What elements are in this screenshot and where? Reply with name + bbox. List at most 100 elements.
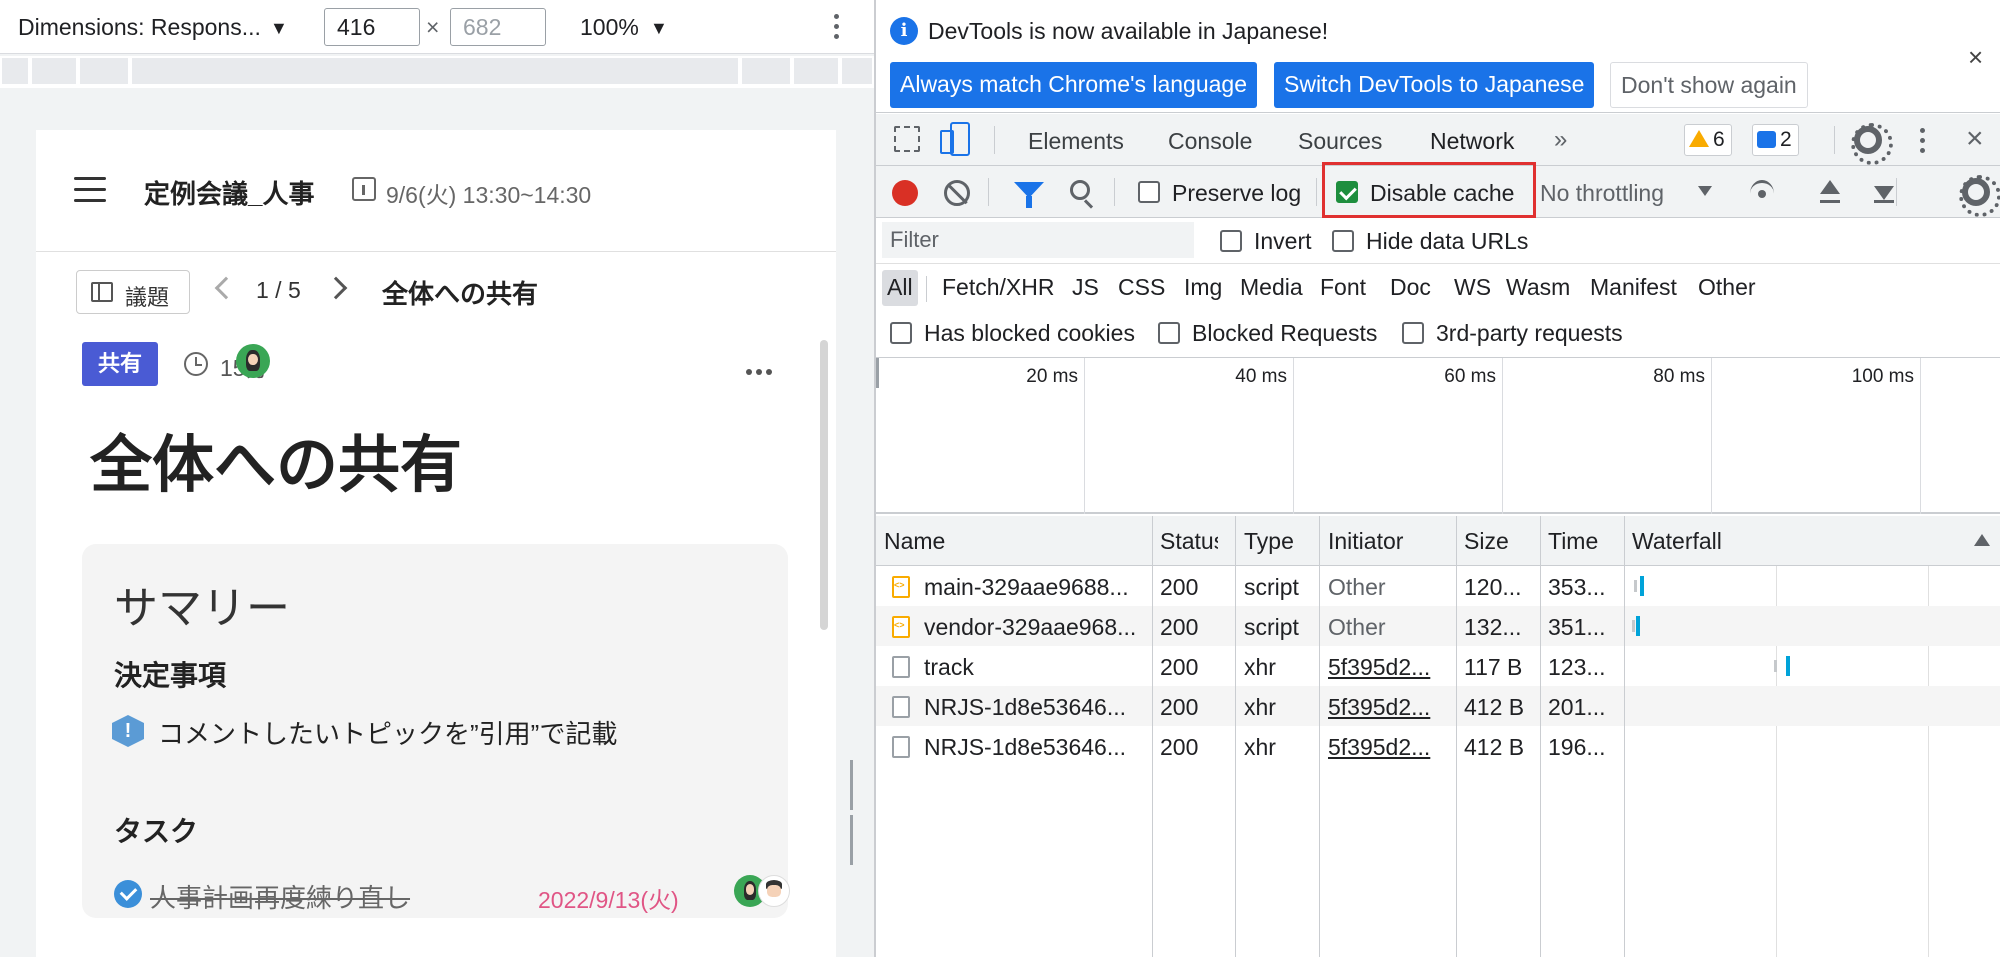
dimensions-caret-icon[interactable]: ▼ bbox=[270, 18, 288, 39]
type-filter-wasm[interactable]: Wasm bbox=[1506, 274, 1570, 301]
height-input[interactable]: 682 bbox=[450, 8, 546, 46]
chevron-right-icon[interactable] bbox=[324, 276, 348, 300]
devtools-tabbar: Elements Console Sources Network » 6 2 × bbox=[876, 114, 2000, 166]
type-filter-fetch-xhr[interactable]: Fetch/XHR bbox=[942, 274, 1054, 301]
dont-show-again-button[interactable]: Don't show again bbox=[1610, 62, 1808, 108]
type-filter-css[interactable]: CSS bbox=[1118, 274, 1165, 301]
zoom-dropdown[interactable]: 100% bbox=[580, 14, 639, 41]
ruler-segment[interactable] bbox=[80, 58, 128, 84]
ruler-segment[interactable] bbox=[794, 58, 838, 84]
tab-sources[interactable]: Sources bbox=[1298, 128, 1382, 155]
infobar-close-icon[interactable]: × bbox=[1968, 42, 1983, 73]
table-row[interactable]: vendor-329aae968... 200 script Other 132… bbox=[876, 606, 2000, 646]
inspect-element-icon[interactable] bbox=[894, 126, 920, 152]
device-toolbar-icon[interactable] bbox=[938, 122, 970, 156]
more-options-icon[interactable] bbox=[746, 362, 776, 380]
table-row[interactable]: main-329aae9688... 200 script Other 120.… bbox=[876, 566, 2000, 606]
network-settings-gear-icon[interactable] bbox=[1959, 175, 2000, 217]
device-more-icon[interactable] bbox=[830, 14, 842, 42]
filter-icon[interactable] bbox=[1014, 182, 1044, 208]
column-divider[interactable] bbox=[1319, 516, 1320, 957]
type-filter-all[interactable]: All bbox=[887, 274, 913, 301]
search-icon[interactable] bbox=[1070, 180, 1090, 200]
table-row[interactable]: NRJS-1d8e53646... 200 xhr 5f395d2... 412… bbox=[876, 726, 2000, 766]
request-initiator-link[interactable]: 5f395d2... bbox=[1328, 654, 1452, 681]
ruler-segment[interactable] bbox=[132, 58, 738, 84]
type-filter-manifest[interactable]: Manifest bbox=[1590, 274, 1677, 301]
column-divider[interactable] bbox=[1456, 516, 1457, 957]
column-header-initiator[interactable]: Initiator bbox=[1328, 528, 1452, 555]
column-header-time[interactable]: Time bbox=[1548, 528, 1622, 555]
type-filter-font[interactable]: Font bbox=[1320, 274, 1366, 301]
request-type: script bbox=[1244, 614, 1299, 640]
ruler-segment[interactable] bbox=[842, 58, 872, 84]
preserve-log-checkbox[interactable] bbox=[1138, 181, 1160, 203]
media-query-ruler[interactable] bbox=[0, 56, 874, 88]
blocked-requests-checkbox[interactable] bbox=[1158, 322, 1180, 344]
network-conditions-icon[interactable] bbox=[1746, 178, 1778, 206]
warnings-badge[interactable]: 6 bbox=[1684, 124, 1732, 156]
hamburger-icon[interactable] bbox=[74, 177, 106, 203]
table-row[interactable]: track 200 xhr 5f395d2... 117 B 123... bbox=[876, 646, 2000, 686]
tab-elements[interactable]: Elements bbox=[1028, 128, 1124, 155]
ruler-segment[interactable] bbox=[32, 58, 76, 84]
column-header-type[interactable]: Type bbox=[1244, 528, 1320, 555]
filter-input[interactable] bbox=[882, 222, 1194, 258]
type-filter-doc[interactable]: Doc bbox=[1390, 274, 1431, 301]
summary-heading: サマリー bbox=[114, 584, 290, 633]
throttling-dropdown[interactable]: No throttling bbox=[1540, 180, 1664, 207]
sort-ascending-icon[interactable] bbox=[1974, 534, 1990, 546]
type-filter-js[interactable]: JS bbox=[1072, 274, 1099, 301]
invert-checkbox[interactable] bbox=[1220, 230, 1242, 252]
messages-badge[interactable]: 2 bbox=[1752, 124, 1799, 156]
settings-gear-icon[interactable] bbox=[1851, 123, 1893, 165]
task-item[interactable]: 人事計画再度練り直し bbox=[150, 878, 410, 915]
type-filter-img[interactable]: Img bbox=[1184, 274, 1222, 301]
match-language-button[interactable]: Always match Chrome's language bbox=[890, 62, 1257, 108]
chevron-left-icon[interactable] bbox=[214, 276, 238, 300]
ruler-segment[interactable] bbox=[2, 58, 28, 84]
record-icon[interactable] bbox=[892, 180, 918, 206]
request-initiator-link[interactable]: 5f395d2... bbox=[1328, 694, 1452, 721]
more-tabs-icon[interactable]: » bbox=[1554, 126, 1568, 154]
request-initiator: Other bbox=[1328, 614, 1386, 640]
column-divider[interactable] bbox=[1152, 516, 1153, 957]
check-circle-icon[interactable] bbox=[114, 880, 142, 908]
tab-network[interactable]: Network bbox=[1430, 128, 1514, 155]
column-divider[interactable] bbox=[1540, 516, 1541, 957]
tab-console[interactable]: Console bbox=[1168, 128, 1252, 155]
switch-language-button[interactable]: Switch DevTools to Japanese bbox=[1274, 62, 1595, 108]
close-devtools-icon[interactable]: × bbox=[1966, 122, 1984, 156]
type-filter-ws[interactable]: WS bbox=[1454, 274, 1491, 301]
zoom-caret-icon[interactable]: ▼ bbox=[650, 18, 668, 39]
import-har-icon[interactable] bbox=[1818, 178, 1842, 206]
third-party-checkbox[interactable] bbox=[1402, 322, 1424, 344]
device-emulation-pane: Dimensions: Respons... ▼ 416 × 682 100% … bbox=[0, 0, 874, 957]
scrollbar[interactable] bbox=[820, 340, 828, 630]
type-filter-media[interactable]: Media bbox=[1240, 274, 1303, 301]
column-header-status[interactable]: Status bbox=[1160, 528, 1218, 555]
dimensions-dropdown[interactable]: Dimensions: Respons... bbox=[18, 14, 261, 41]
agenda-button[interactable]: 議題 bbox=[76, 270, 190, 314]
avatar[interactable] bbox=[758, 875, 790, 907]
hide-data-urls-checkbox[interactable] bbox=[1332, 230, 1354, 252]
export-har-icon[interactable] bbox=[1872, 178, 1896, 206]
width-input[interactable]: 416 bbox=[324, 8, 420, 46]
throttling-caret-icon[interactable] bbox=[1698, 186, 1712, 196]
clear-icon[interactable] bbox=[944, 180, 970, 206]
column-divider[interactable] bbox=[1624, 516, 1625, 957]
network-overview-timeline[interactable]: 20 ms 40 ms 60 ms 80 ms 100 ms bbox=[876, 358, 2000, 514]
devtools-menu-icon[interactable] bbox=[1918, 128, 1926, 156]
request-initiator-link[interactable]: 5f395d2... bbox=[1328, 734, 1452, 761]
type-filter-other[interactable]: Other bbox=[1698, 274, 1756, 301]
column-header-waterfall[interactable]: Waterfall bbox=[1632, 528, 1832, 555]
column-divider[interactable] bbox=[1235, 516, 1236, 957]
timeline-marker bbox=[876, 358, 879, 388]
resize-handle[interactable] bbox=[850, 760, 860, 865]
avatar[interactable] bbox=[236, 344, 270, 378]
blocked-cookies-checkbox[interactable] bbox=[890, 322, 912, 344]
column-header-name[interactable]: Name bbox=[884, 528, 1084, 555]
ruler-segment[interactable] bbox=[742, 58, 790, 84]
table-row[interactable]: NRJS-1d8e53646... 200 xhr 5f395d2... 412… bbox=[876, 686, 2000, 726]
column-header-size[interactable]: Size bbox=[1464, 528, 1534, 555]
